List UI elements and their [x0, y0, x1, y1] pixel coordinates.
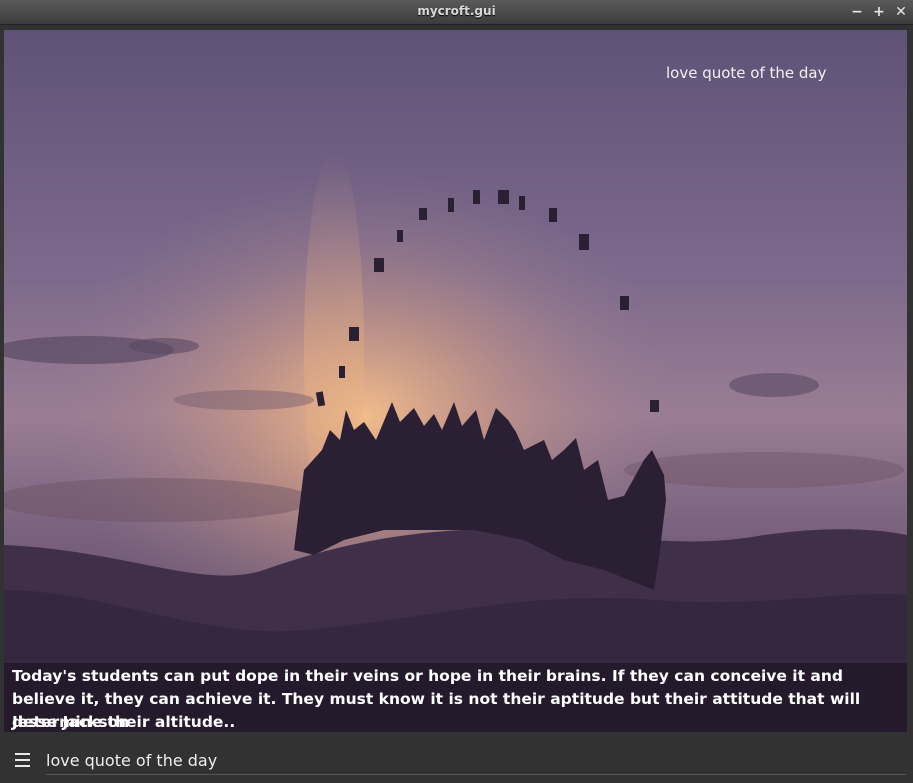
quote-author: Jesse Jackson [12, 713, 130, 731]
graduation-sunset-photo [4, 30, 907, 732]
hamburger-menu-icon[interactable] [12, 748, 34, 772]
skill-display: love quote of the day Today's students c… [4, 30, 907, 732]
maximize-button[interactable]: + [870, 3, 888, 21]
window-title: mycroft.gui [417, 4, 496, 18]
quote-text: Today's students can put dope in their v… [12, 667, 861, 731]
close-button[interactable]: ✕ [892, 3, 910, 21]
minimize-button[interactable]: − [848, 3, 866, 21]
utterance-input[interactable] [46, 748, 906, 775]
title-bar[interactable]: mycroft.gui − + ✕ [0, 0, 913, 25]
quote-caption: Today's students can put dope in their v… [4, 663, 907, 732]
app-window: mycroft.gui − + ✕ love quote of the day … [0, 0, 913, 783]
skill-title: love quote of the day [666, 64, 827, 82]
bottom-bar [0, 738, 913, 783]
